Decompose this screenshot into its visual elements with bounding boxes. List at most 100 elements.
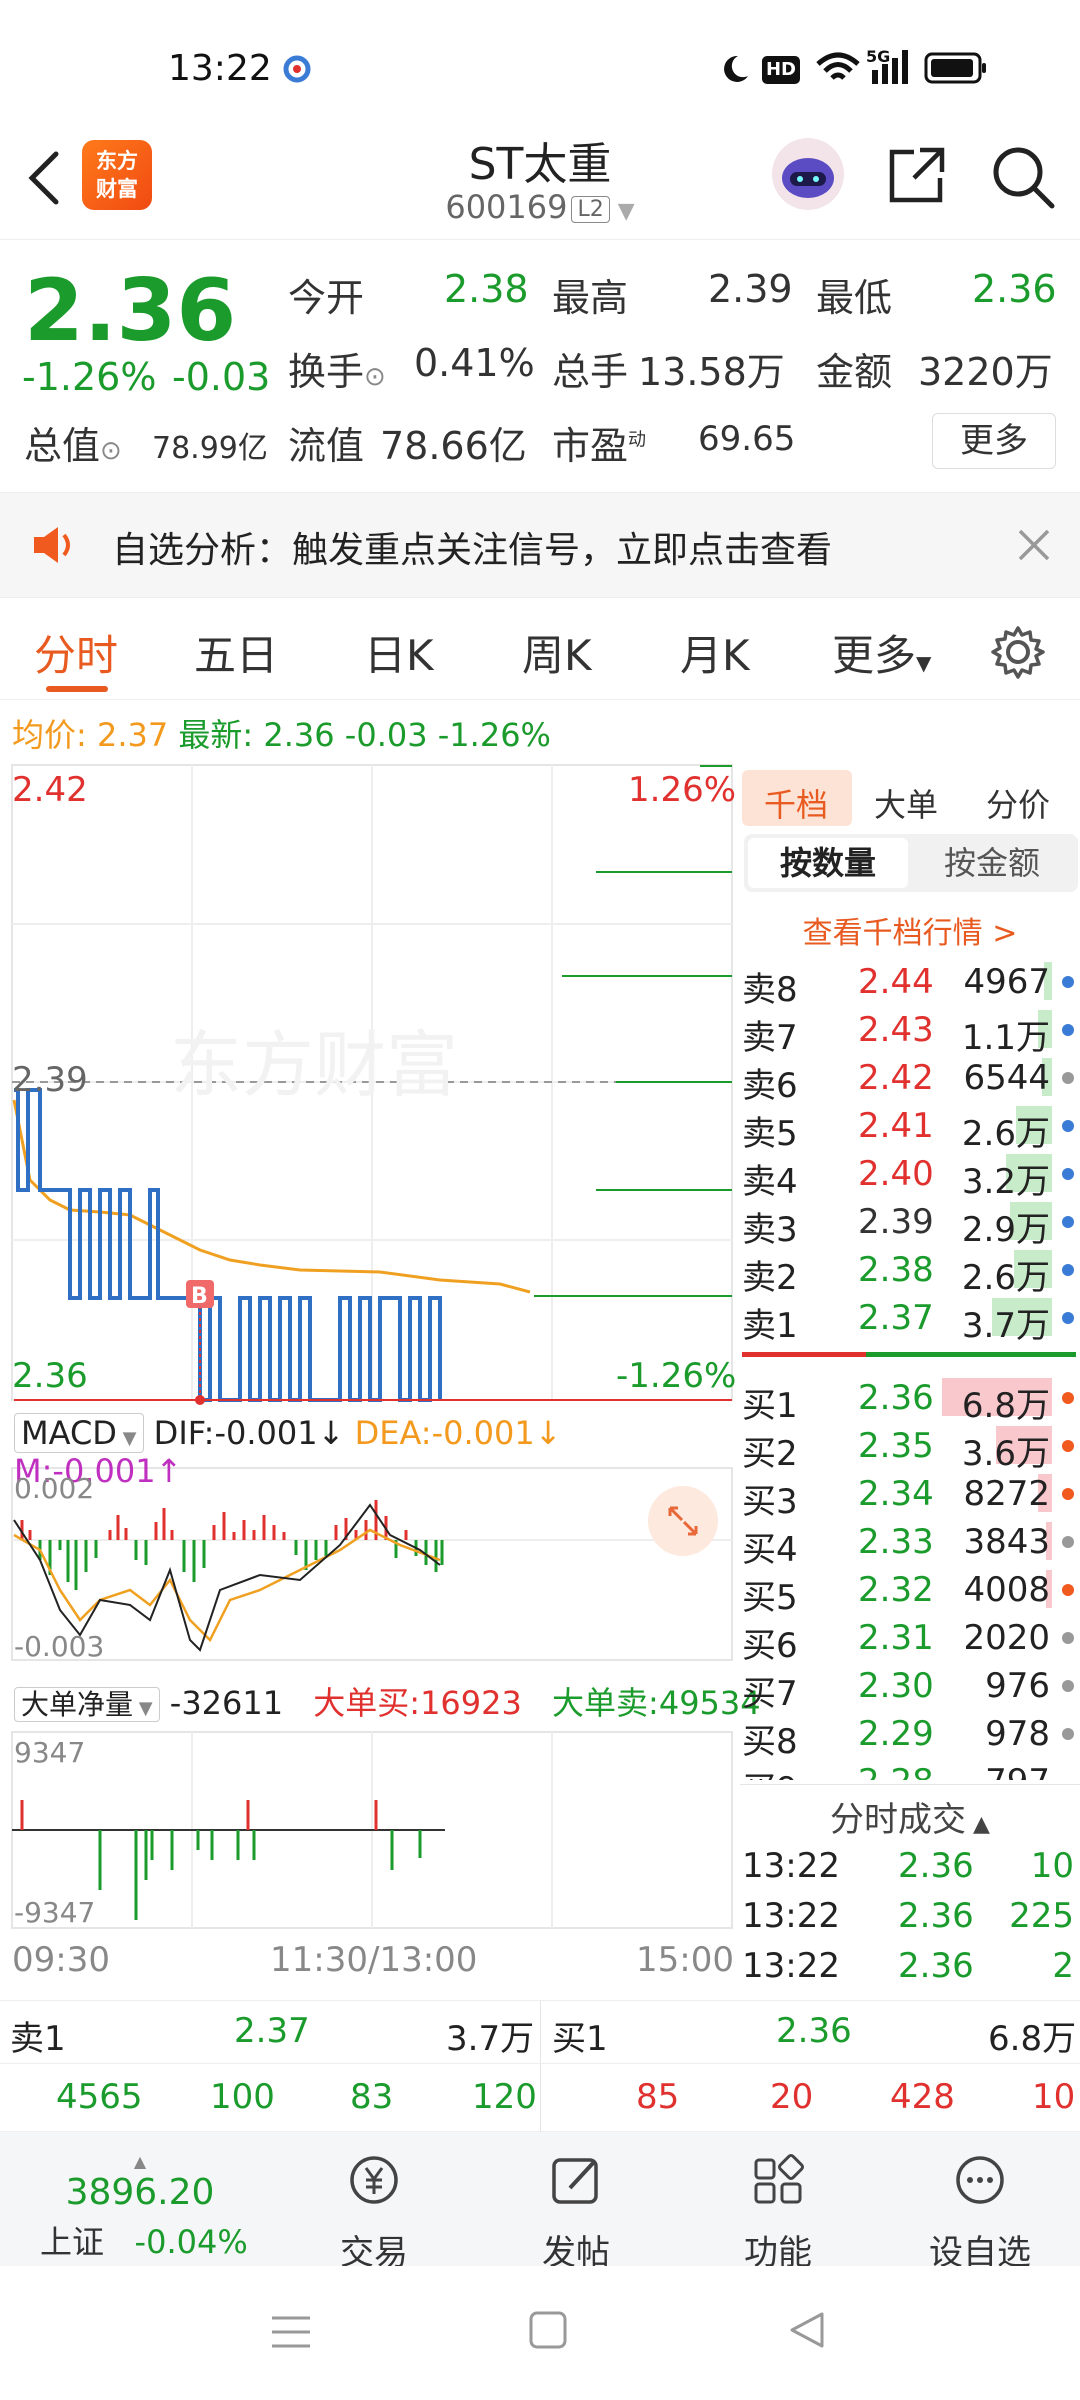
ob-label: 卖4 [742, 1162, 798, 1202]
level1-strip[interactable]: 卖1 2.37 3.7万 买1 2.36 6.8万 4565 100 83 12… [0, 2000, 1080, 2133]
ob-price: 2.43 [858, 1010, 934, 1050]
trade-vol: 10 [1030, 1846, 1074, 1886]
tab-more[interactable]: 更多▼ [832, 622, 931, 683]
tab-more-label: 更多 [832, 631, 917, 680]
nav-functions[interactable]: 功能 [708, 2152, 848, 2274]
expand-icon [668, 1506, 698, 1536]
ob-sell-row: 卖3 2.39 2.9万 [740, 1198, 1080, 1250]
nav-trade[interactable]: 交易 [304, 2152, 444, 2274]
ob-sell-row: 卖5 2.41 2.6万 [740, 1102, 1080, 1154]
y-axis-top-pct: 1.26% [628, 770, 737, 810]
caret-up-icon: ▲ [133, 2152, 147, 2171]
big-sell: 大单卖:49534 [552, 1684, 761, 1722]
volume-value: 13.58万 [638, 350, 785, 394]
share-icon[interactable] [886, 144, 948, 206]
ob-vol: 2.6万 [961, 1114, 1050, 1154]
back-icon[interactable] [786, 2310, 826, 2350]
nav-post[interactable]: 发帖 [506, 2152, 646, 2274]
trades-title-text: 分时成交 [830, 1800, 967, 1840]
amount-value: 3220万 [918, 350, 1053, 394]
price-summary-line: 均价: 2.37 最新: 2.36 -0.03 -1.26% [12, 710, 551, 756]
ob-tab-price-dist[interactable]: 分价 [986, 780, 1050, 826]
ob-tab-big-order[interactable]: 大单 [874, 780, 938, 826]
big-buy: 大单买:16923 [313, 1684, 522, 1722]
settings-gear-icon[interactable] [990, 624, 1046, 680]
ob-subtab-amount[interactable]: 按金额 [912, 838, 1072, 888]
turnover-value: 0.41% [414, 341, 535, 385]
ob-price: 2.34 [858, 1474, 934, 1514]
index-name: 上证 [40, 2223, 105, 2261]
strip-divider [540, 2001, 541, 2133]
sell-queue-item: 120 [472, 2077, 537, 2117]
bottom-nav: ▲ 3896.20 上证 -0.04% 交易 发帖 功能 设自选 [0, 2132, 1080, 2273]
ob-label: 买2 [742, 1434, 798, 1474]
ob-vol: 6.8万 [961, 1386, 1050, 1426]
buy-marker-text: B [191, 1284, 208, 1309]
info-icon[interactable]: ⊙ [364, 362, 386, 392]
ob-view-link[interactable]: 查看千档行情 > [740, 908, 1080, 952]
change-percent: -1.26% [22, 355, 157, 399]
current-price: 2.36 [24, 261, 237, 361]
macd-bottom: -0.003 [14, 1630, 105, 1663]
trade-row: 13:22 2.36 225 [740, 1892, 1080, 1940]
time-mid: 11:30/13:00 [270, 1940, 478, 1980]
alert-banner[interactable]: 自选分析：触发重点关注信号，立即点击查看 [0, 492, 1080, 598]
search-icon[interactable] [990, 144, 1056, 210]
do-not-disturb-icon [724, 55, 748, 82]
ob-price: 2.32 [858, 1570, 934, 1610]
quote-panel: 2.36 -1.26% -0.03 总值⊙ 78.99亿 今开 2.38 最高 … [0, 243, 1080, 488]
speaker-icon [34, 527, 70, 563]
trades-title[interactable]: 分时成交 ▲ [740, 1792, 1080, 1841]
buy-queue-item: 20 [770, 2077, 814, 2117]
y-axis-top: 2.42 [12, 770, 88, 810]
trade-time: 13:22 [742, 1896, 840, 1936]
float-cap-value: 78.66亿 [380, 424, 527, 468]
turnover-label: 换手⊙ [288, 341, 386, 396]
ob-vol: 4967 [963, 962, 1050, 1002]
robot-assistant-icon[interactable] [770, 136, 846, 212]
more-button[interactable]: 更多 [932, 413, 1056, 469]
tab-intraday[interactable]: 分时 [34, 622, 118, 683]
nav-add-watchlist[interactable]: 设自选 [910, 2152, 1050, 2274]
ob-subtab-quantity[interactable]: 按数量 [748, 838, 908, 888]
banner-text: 自选分析：触发重点关注信号，立即点击查看 [112, 530, 833, 571]
intraday-chart[interactable]: 东方财富 B 2.42 1.26% 2.39 2.36 -1.26% MACD … [0, 760, 761, 2000]
macd-selector[interactable]: MACD ▼ [14, 1413, 144, 1453]
ob-price: 2.35 [858, 1426, 934, 1466]
menu-icon[interactable] [270, 2312, 312, 2352]
tab-weekly-k[interactable]: 周K [522, 622, 592, 683]
ob-label: 买8 [742, 1722, 798, 1762]
turnover-label-text: 换手 [288, 350, 365, 394]
volume-label: 总手 [552, 350, 629, 394]
y-axis-bottom: 2.36 [12, 1356, 88, 1396]
tab-daily-k[interactable]: 日K [364, 622, 434, 683]
tab-five-day[interactable]: 五日 [194, 622, 278, 683]
ob-price: 2.28 [858, 1762, 934, 1780]
flow-selector[interactable]: 大单净量 ▼ [14, 1687, 160, 1722]
latest-change-pct: -1.26% [437, 716, 551, 754]
ob-buy-row: 买7 2.30 976 [740, 1662, 1080, 1714]
ob-vol: 2020 [963, 1618, 1050, 1658]
trade-price: 2.36 [898, 1896, 974, 1936]
sell-queue-item: 83 [350, 2077, 394, 2117]
trade-price: 2.36 [898, 1846, 974, 1886]
avg-value: 2.37 [96, 716, 169, 754]
time-start: 09:30 [12, 1940, 110, 1980]
ob-tab-qiandang[interactable]: 千档 [764, 780, 828, 826]
avg-label: 均价: [12, 716, 87, 754]
strip-sell-vol: 3.7万 [446, 2019, 535, 2059]
macd-top: 0.002 [14, 1472, 95, 1505]
close-icon[interactable] [1016, 527, 1052, 563]
flow-label: 大单净量 [21, 1688, 134, 1721]
home-icon[interactable] [528, 2310, 568, 2350]
index-pct: -0.04% [134, 2223, 248, 2261]
sell-queue-item: 100 [210, 2077, 275, 2117]
ob-label: 买9 [742, 1762, 798, 1780]
ob-label: 买6 [742, 1626, 798, 1666]
info-icon[interactable]: ⊙ [100, 436, 122, 466]
tab-monthly-k[interactable]: 月K [680, 622, 750, 683]
index-ticker[interactable]: ▲ 3896.20 上证 -0.04% [40, 2152, 248, 2263]
ob-vol: 797 [985, 1762, 1050, 1780]
expand-button[interactable] [648, 1486, 718, 1556]
strip-buy-price: 2.36 [776, 2011, 852, 2051]
